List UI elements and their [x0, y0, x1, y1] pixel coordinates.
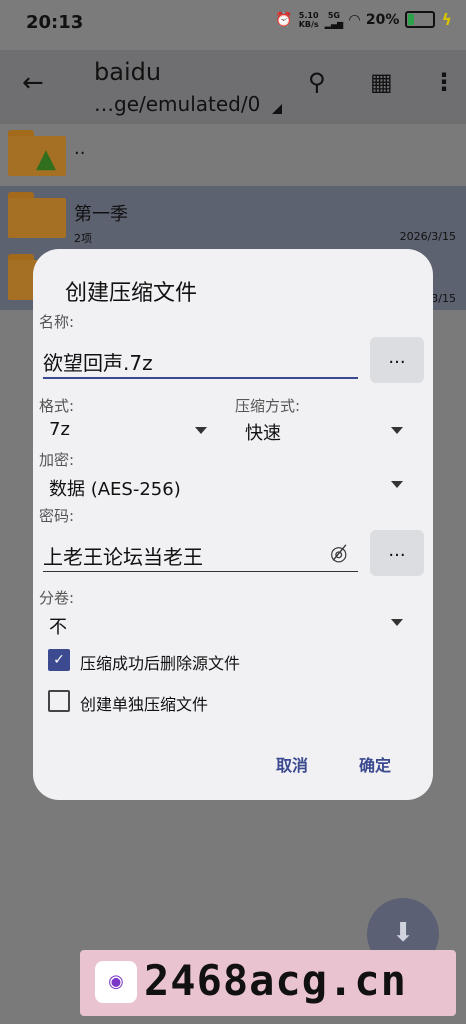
- net-speed: 5.10 KB/s: [299, 11, 319, 29]
- alarm-icon: ⏰: [275, 11, 293, 28]
- net-speed-value: 5.10: [298, 10, 319, 20]
- delete-source-label[interactable]: 压缩成功后删除源文件: [80, 650, 240, 674]
- name-input-underline: [43, 377, 358, 379]
- encryption-select[interactable]: 数据 (AES-256): [49, 475, 181, 501]
- password-label: 密码:: [39, 507, 75, 525]
- delete-source-checkbox[interactable]: ✓: [48, 649, 70, 671]
- app-toolbar: ← baidu …ge/emulated/0 ⚲ ▦ ⋮: [0, 50, 466, 124]
- visibility-off-icon[interactable]: ◎̸: [330, 541, 347, 565]
- signal-icon: ▂▄▆: [324, 19, 344, 29]
- format-select[interactable]: 7z: [49, 419, 70, 440]
- volume-select[interactable]: 不: [49, 613, 67, 639]
- path-selector[interactable]: …ge/emulated/0: [94, 92, 260, 116]
- list-item-name: ..: [74, 138, 86, 159]
- charging-icon: ϟ: [441, 10, 452, 29]
- folder-icon: [8, 192, 66, 238]
- chevron-down-icon[interactable]: [391, 481, 403, 488]
- chevron-down-icon[interactable]: [391, 427, 403, 434]
- back-arrow-icon[interactable]: ←: [22, 68, 44, 98]
- password-input-underline: [43, 571, 358, 572]
- status-icons: ⏰ 5.10 KB/s 5G ▂▄▆ ◠ 20% ϟ: [275, 10, 452, 29]
- signal-label: 5G ▂▄▆: [325, 11, 343, 29]
- encryption-label: 加密:: [39, 451, 75, 469]
- password-input[interactable]: 上老王论坛当老王: [43, 541, 203, 570]
- separate-archive-label[interactable]: 创建单独压缩文件: [80, 691, 208, 715]
- name-browse-button[interactable]: ...: [370, 337, 424, 383]
- dialog-title: 创建压缩文件: [65, 281, 198, 306]
- separate-archive-checkbox[interactable]: [48, 690, 70, 712]
- volume-label: 分卷:: [39, 589, 75, 607]
- download-icon: ⬇: [392, 918, 414, 948]
- method-select[interactable]: 快速: [245, 419, 281, 445]
- status-time: 20:13: [26, 12, 84, 33]
- list-item-date: 2026/3/15: [399, 230, 456, 243]
- grid-view-icon[interactable]: ▦: [370, 68, 393, 96]
- status-bar: 20:13 ⏰ 5.10 KB/s 5G ▂▄▆ ◠ 20% ϟ: [0, 0, 466, 50]
- battery-icon: [405, 11, 436, 28]
- path-dropdown-icon[interactable]: [272, 104, 282, 114]
- list-item-folder[interactable]: 第一季 2项 2026/3/15: [0, 186, 466, 248]
- wifi-icon: ◠: [349, 11, 360, 28]
- net-speed-unit: KB/s: [298, 19, 319, 29]
- name-input[interactable]: 欲望回声.7z: [43, 347, 153, 376]
- list-item-parent[interactable]: ▲ ..: [0, 124, 466, 186]
- signal-text: 5G: [327, 10, 340, 20]
- battery-fill: [408, 14, 414, 25]
- name-label: 名称:: [39, 313, 75, 331]
- watermark-banner: ◉ 2468acg.cn: [80, 950, 456, 1016]
- password-browse-button[interactable]: ...: [370, 530, 424, 576]
- format-label: 格式:: [39, 397, 75, 415]
- method-label: 压缩方式:: [235, 397, 301, 415]
- list-item-name: 第一季: [74, 204, 128, 225]
- banner-logo: ◉: [95, 961, 137, 1003]
- list-item-date: 3/15: [431, 292, 456, 305]
- more-vert-icon[interactable]: ⋮: [432, 68, 456, 96]
- chevron-down-icon[interactable]: [391, 619, 403, 626]
- toolbar-title: baidu: [94, 58, 162, 86]
- cancel-button[interactable]: 取消: [276, 752, 308, 776]
- banner-text: 2468acg.cn: [144, 956, 407, 1005]
- create-archive-dialog: 创建压缩文件 名称: 欲望回声.7z ... 格式: 7z 压缩方式: 快速 加…: [33, 249, 433, 800]
- search-icon[interactable]: ⚲: [308, 68, 326, 96]
- battery-percent: 20%: [365, 11, 400, 28]
- ok-button[interactable]: 确定: [359, 752, 391, 776]
- chevron-down-icon[interactable]: [195, 427, 207, 434]
- list-item-count: 2项: [74, 232, 92, 245]
- folder-up-icon: ▲: [8, 130, 66, 176]
